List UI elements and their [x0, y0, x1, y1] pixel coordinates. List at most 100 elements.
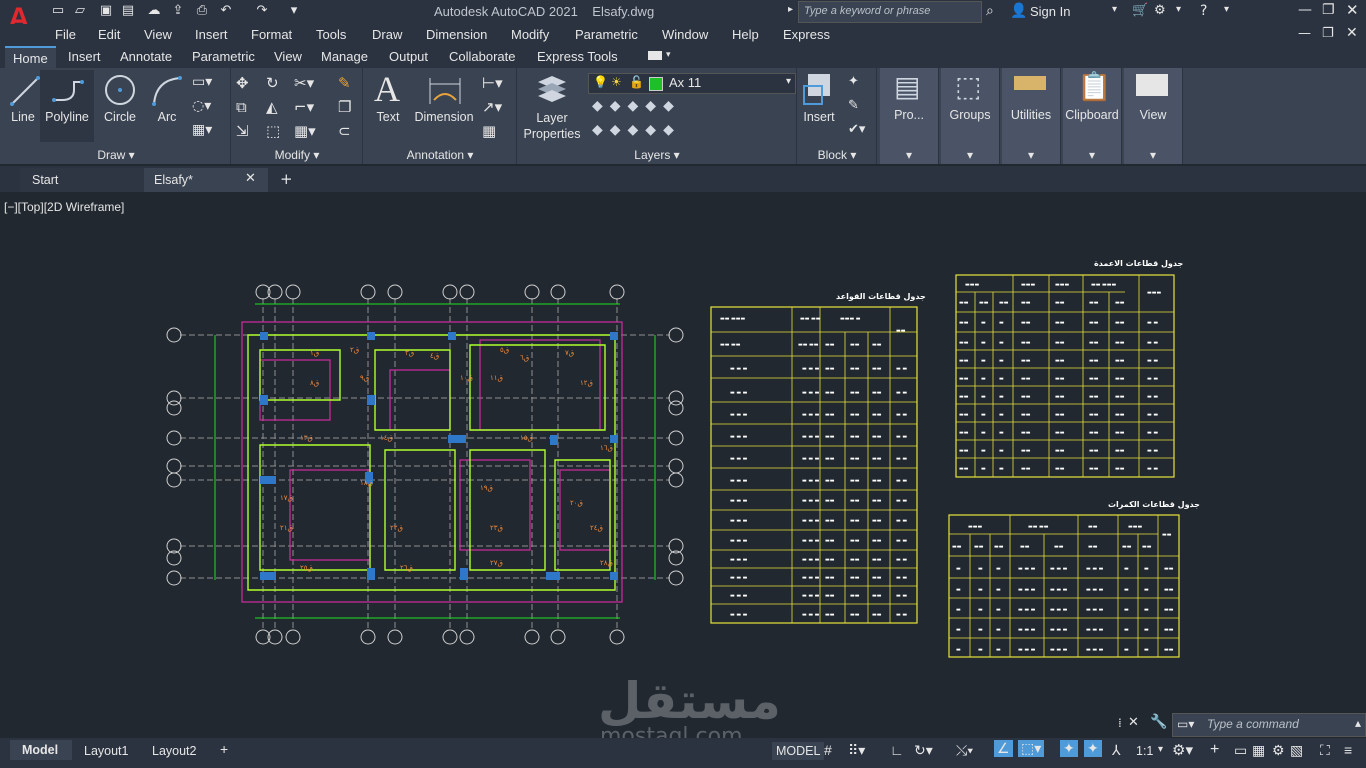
doc-minimize-icon[interactable]: — — [1298, 26, 1311, 41]
layer-properties-icon[interactable] — [534, 72, 568, 106]
offset-icon[interactable]: ⊂ — [338, 122, 351, 140]
user-icon[interactable]: 👤 — [1010, 3, 1027, 19]
boundary-icon[interactable]: ▦▾ — [192, 122, 212, 138]
layer-properties-button[interactable]: Layer Properties — [518, 110, 586, 142]
workspace-gear-icon[interactable]: ⚙▾ — [1172, 741, 1193, 759]
stretch-icon[interactable]: ⇲ — [236, 122, 249, 140]
mirror-icon[interactable]: ◭ — [266, 98, 278, 116]
groups-panel[interactable]: ⬚ Groups ▾ — [941, 68, 1000, 164]
close-icon[interactable]: ✕ — [1346, 1, 1359, 19]
cmd-close-icon[interactable]: ✕ — [1128, 715, 1139, 730]
cart-icon[interactable]: 🛒 — [1132, 3, 1148, 18]
polyline-button[interactable]: Polyline — [42, 110, 92, 124]
layout-tab-model[interactable]: Model — [10, 740, 72, 760]
fillet-icon[interactable]: ⌐▾ — [294, 98, 314, 116]
foundation-plan[interactable]: ق١ ق٢ ق٣ ق٤ ق٥ ق٦ ق٧ ق٨ ق٩ ق١٠ ق١١ ق١٢ ق١٣ ق١٤ ق١٥ ق١… — [160, 280, 690, 650]
dimension-icon[interactable] — [428, 74, 462, 106]
menu-modify[interactable]: Modify — [511, 27, 549, 42]
annotation-visibility-icon[interactable]: ✦ — [1060, 740, 1078, 757]
cmd-grip-icon[interactable]: ⁞ — [1118, 716, 1122, 730]
clean-screen-icon[interactable]: ⛶ — [1320, 742, 1330, 759]
annotation-monitor-icon[interactable]: + — [1210, 741, 1219, 759]
help-dropdown-icon[interactable]: ▾ — [1224, 4, 1229, 15]
menu-format[interactable]: Format — [251, 27, 292, 42]
array-icon[interactable]: ▦▾ — [294, 122, 316, 140]
tab-close-icon[interactable]: ✕ — [245, 171, 256, 186]
tab-express-tools[interactable]: Express Tools — [537, 49, 618, 64]
rectangle-icon[interactable]: ▭▾ — [192, 74, 212, 90]
app-dropdown-icon[interactable]: ▾ — [1176, 4, 1181, 15]
cmd-history-icon[interactable]: ▭▾ — [1177, 717, 1194, 731]
clipboard-panel[interactable]: 📋 Clipboard ▾ — [1063, 68, 1122, 164]
new-tab-icon[interactable]: + — [280, 170, 293, 188]
copy-icon[interactable]: ⧉ — [236, 98, 247, 116]
units-icon[interactable]: ▭ — [1234, 742, 1247, 759]
annotation-scale-value[interactable]: 1:1 — [1136, 744, 1153, 758]
otrack-icon[interactable]: ∠ — [994, 740, 1013, 757]
minimize-icon[interactable]: — — [1298, 2, 1312, 18]
lineweight-icon[interactable]: ⬚▾ — [1018, 740, 1045, 757]
help-icon[interactable]: ? — [1200, 3, 1207, 19]
menu-parametric[interactable]: Parametric — [575, 27, 638, 42]
search-box[interactable]: Type a keyword or phrase — [798, 1, 982, 23]
tab-manage[interactable]: Manage — [321, 49, 368, 64]
modify-panel-title[interactable]: Modify ▾ — [232, 146, 362, 164]
sign-in-dropdown-icon[interactable]: ▾ — [1112, 4, 1117, 15]
draw-panel-title[interactable]: Draw ▾ — [2, 146, 230, 164]
restore-icon[interactable]: ❐ — [1322, 2, 1335, 18]
text-icon[interactable]: A — [374, 68, 400, 110]
layout-tab-2[interactable]: Layout2 — [152, 744, 196, 758]
tab-view[interactable]: View — [274, 49, 302, 64]
leader-icon[interactable]: ↗▾ — [482, 98, 502, 116]
sign-in-link[interactable]: Sign In — [1030, 4, 1070, 19]
tab-start[interactable]: Start — [20, 168, 144, 192]
layers-panel-title[interactable]: Layers ▾ — [518, 146, 796, 164]
ortho-icon[interactable]: ∟ — [890, 742, 904, 758]
arc-icon[interactable] — [150, 76, 182, 106]
polyline-icon[interactable] — [52, 78, 84, 106]
rotate-icon[interactable]: ↻ — [266, 74, 279, 92]
menu-dimension[interactable]: Dimension — [426, 27, 487, 42]
search-icon[interactable]: ⌕ — [986, 3, 994, 19]
block-panel-title[interactable]: Block ▾ — [798, 146, 876, 164]
menu-file[interactable]: File — [55, 27, 76, 42]
annotation-autoscale-icon[interactable]: ✦ — [1084, 740, 1102, 757]
doc-close-icon[interactable]: ✕ — [1346, 25, 1358, 41]
hatch-icon[interactable]: ◌▾ — [192, 98, 211, 114]
doc-restore-icon[interactable]: ❐ — [1322, 26, 1334, 41]
table-icon[interactable]: ▦ — [482, 122, 496, 140]
menu-help[interactable]: Help — [732, 27, 759, 42]
layout-tab-1[interactable]: Layout1 — [84, 744, 128, 758]
quick-access-dropdown-icon[interactable]: ▾ — [286, 3, 302, 19]
explode-icon[interactable]: ❐ — [338, 98, 351, 116]
foundations-table[interactable]: ▬▬ ▬▬▬ ▬▬ ▬▬ ▬▬▬ ▬▬▬ ▬▬ ▬▬ ▬▬ ▬▬ ▬▬ ▬▬ ▬▬ ▬ ▬ … — [710, 306, 918, 624]
line-icon[interactable] — [10, 76, 40, 106]
arc-button[interactable]: Arc — [152, 110, 182, 124]
tab-parametric[interactable]: Parametric — [192, 49, 255, 64]
menu-view[interactable]: View — [144, 27, 172, 42]
open-file-icon[interactable]: ▱ — [72, 3, 88, 19]
edit-block-icon[interactable]: ✎ — [848, 98, 859, 113]
graphics-performance-icon[interactable]: ▧ — [1290, 742, 1303, 759]
annotation-panel-title[interactable]: Annotation ▾ — [364, 146, 516, 164]
line-button[interactable]: Line — [8, 110, 38, 124]
menu-draw[interactable]: Draw — [372, 27, 402, 42]
osnap-icon[interactable]: ⤯▾ — [956, 742, 973, 759]
menu-window[interactable]: Window — [662, 27, 708, 42]
isolate-objects-icon[interactable]: ⚙ — [1272, 742, 1285, 759]
scale-dropdown-icon[interactable]: ▾ — [1158, 744, 1163, 755]
menu-edit[interactable]: Edit — [98, 27, 120, 42]
plot-icon[interactable]: ⎙ — [194, 3, 210, 19]
circle-icon[interactable] — [104, 74, 136, 106]
move-icon[interactable]: ✥ — [236, 74, 249, 92]
create-block-icon[interactable]: ✦ — [848, 74, 859, 89]
circle-button[interactable]: Circle — [100, 110, 140, 124]
cloud-open-icon[interactable]: ☁ — [146, 3, 162, 19]
tab-annotate[interactable]: Annotate — [120, 49, 172, 64]
model-space-toggle[interactable]: MODEL — [772, 742, 825, 760]
trim-icon[interactable]: ✂▾ — [294, 74, 314, 92]
utilities-panel[interactable]: Utilities ▾ — [1002, 68, 1061, 164]
search-expand-icon[interactable]: ▸ — [788, 4, 793, 15]
redo-icon[interactable]: ↷ — [254, 3, 270, 19]
layer-tools-row-2[interactable]: ◆◆◆◆◆ — [592, 122, 681, 138]
